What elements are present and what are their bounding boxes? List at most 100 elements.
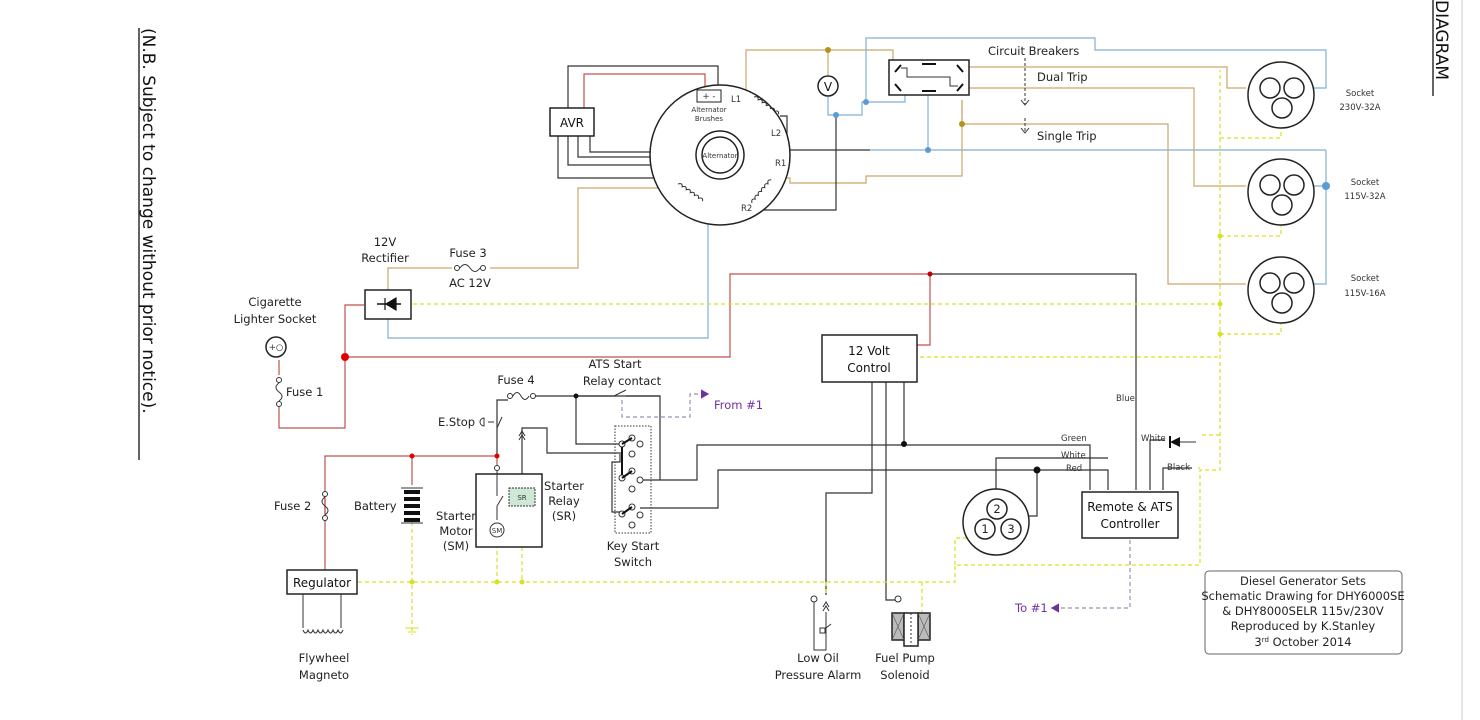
svg-text:V: V (824, 80, 833, 94)
svg-text:Low Oil: Low Oil (797, 651, 839, 665)
svg-text:Key Start: Key Start (607, 539, 660, 553)
svg-text:Flywheel: Flywheel (299, 651, 350, 665)
wire-ac12v (490, 187, 684, 269)
wire-ctrl-fuel (885, 382, 898, 601)
wire-ac12v-rect (387, 267, 452, 292)
socket-115v-16a: Socket 115V-16A (1247, 256, 1386, 324)
wires (278, 37, 1327, 635)
title-block: Diesel Generator Sets Schematic Drawing … (1201, 570, 1405, 655)
junction-earth (1217, 233, 1223, 239)
svg-text:Lighter Socket: Lighter Socket (234, 312, 317, 326)
junction-blue (833, 112, 839, 118)
junction-earth (1217, 301, 1223, 307)
junction-red (341, 353, 349, 361)
svg-text:ATS Start: ATS Start (588, 357, 642, 371)
wire-l1 (745, 49, 828, 98)
svg-text:Socket: Socket (1351, 178, 1380, 188)
svg-text:Pressure Alarm: Pressure Alarm (775, 668, 862, 682)
low-oil-pressure-alarm: Low Oil Pressure Alarm (775, 595, 862, 682)
svg-text:Dual Trip: Dual Trip (1037, 70, 1088, 84)
svg-text:R1: R1 (775, 159, 786, 169)
svg-text:SR: SR (517, 494, 526, 502)
wire-l2 (780, 115, 870, 151)
flywheel-magneto: Flywheel Magneto (299, 651, 350, 682)
svg-text:(SM): (SM) (443, 539, 469, 553)
cigarette-lighter-socket: Cigarette Lighter Socket +○ (234, 295, 317, 358)
wire-estop (496, 399, 508, 456)
svg-text:Green: Green (1061, 434, 1087, 444)
avr-box: AVR (549, 107, 595, 137)
wire-green (640, 444, 1091, 490)
svg-text:& DHY8000SELR 115v/230V: & DHY8000SELR 115v/230V (1222, 604, 1384, 618)
diode (1169, 436, 1196, 448)
svg-text:Black: Black (1167, 463, 1190, 473)
svg-text:Red: Red (1066, 464, 1082, 474)
key-start-switch: Key Start Switch (607, 425, 660, 569)
svg-text:Relay contact: Relay contact (583, 374, 662, 388)
junction-brown (959, 121, 965, 127)
changeover-switch (888, 59, 970, 96)
regulator: Regulator (286, 569, 358, 634)
svg-text:Circuit Breakers: Circuit Breakers (988, 44, 1079, 58)
svg-text:Socket: Socket (1346, 89, 1375, 99)
wire-fuse4 (532, 395, 661, 480)
svg-text:Magneto: Magneto (299, 668, 349, 682)
wire-dual-trip-1 (965, 66, 1246, 89)
junction-earth (409, 579, 415, 585)
wire-red (640, 469, 1109, 509)
svg-text:Fuse 4: Fuse 4 (497, 373, 534, 387)
remote-plug: 2 1 3 (962, 488, 1030, 556)
svg-text:Regulator: Regulator (293, 576, 351, 590)
svg-text:Diesel Generator Sets: Diesel Generator Sets (1240, 574, 1366, 588)
wire-key-feed (575, 396, 620, 445)
wire-top-brown (828, 49, 894, 62)
junction-blue (925, 147, 931, 153)
fuse-3: Fuse 3 AC 12V (449, 246, 491, 290)
svg-text:12V: 12V (374, 235, 397, 249)
junction-black (1033, 466, 1041, 474)
svg-text:115V-32A: 115V-32A (1344, 192, 1385, 202)
svg-text:Cigarette: Cigarette (248, 295, 301, 309)
starter-assembly: SM SR Starter Motor (SM) Starter Relay (… (436, 430, 584, 553)
fuse-2: Fuse 2 (274, 491, 329, 521)
wire-avr-1 (589, 136, 652, 153)
svg-text:DIAGRAM: DIAGRAM (1431, 0, 1451, 80)
svg-text:Socket: Socket (1351, 274, 1380, 284)
emergency-stop: E.Stop (438, 415, 503, 429)
svg-text:Relay: Relay (548, 494, 580, 508)
svg-text:Single Trip: Single Trip (1037, 129, 1097, 143)
svg-text:White: White (1141, 434, 1166, 444)
svg-text:230V-32A: 230V-32A (1339, 103, 1380, 113)
wire-labels: Blue Green White Red White Black (1061, 394, 1190, 474)
control-12v: 12 Volt Control (821, 334, 918, 383)
svg-text:Solenoid: Solenoid (880, 668, 929, 682)
svg-text:L2: L2 (771, 129, 781, 139)
junction-earth (494, 579, 500, 585)
svg-text:White: White (1061, 451, 1086, 461)
title-block-date: 3rd October 2014 (1254, 635, 1351, 649)
svg-text:12 Volt: 12 Volt (848, 344, 890, 358)
rectifier: 12V Rectifier (361, 235, 412, 320)
svg-text:Starter: Starter (436, 509, 476, 523)
svg-text:Brushes: Brushes (695, 115, 724, 123)
svg-text:Control: Control (847, 361, 890, 375)
from-1-label: From #1 (714, 398, 763, 412)
battery: Battery (354, 487, 423, 633)
svg-text:AC 12V: AC 12V (449, 276, 491, 290)
socket-115v-32a: Socket 115V-32A (1247, 158, 1386, 226)
wiring-diagram: DIAGRAM (N.B. Subject to change without … (138, 0, 1463, 720)
wire-white (995, 457, 1108, 496)
circuit-breakers: Circuit Breakers Dual Trip Single Trip (988, 44, 1097, 143)
svg-text:Fuel Pump: Fuel Pump (875, 651, 935, 665)
wire-ac12v-return (387, 210, 709, 339)
junction-red (927, 271, 933, 277)
wire-avr-3 (567, 136, 652, 166)
svg-text:Alternator: Alternator (702, 152, 737, 160)
svg-text:SM: SM (492, 527, 502, 535)
wire-key-internal (611, 454, 621, 513)
junction-red (494, 453, 500, 459)
fuel-pump-solenoid: Fuel Pump Solenoid (875, 595, 935, 682)
svg-text:2: 2 (993, 502, 1000, 516)
wire-to-1 (1050, 540, 1131, 613)
svg-text:Schematic Drawing for DHY6000S: Schematic Drawing for DHY6000SE (1201, 589, 1404, 603)
